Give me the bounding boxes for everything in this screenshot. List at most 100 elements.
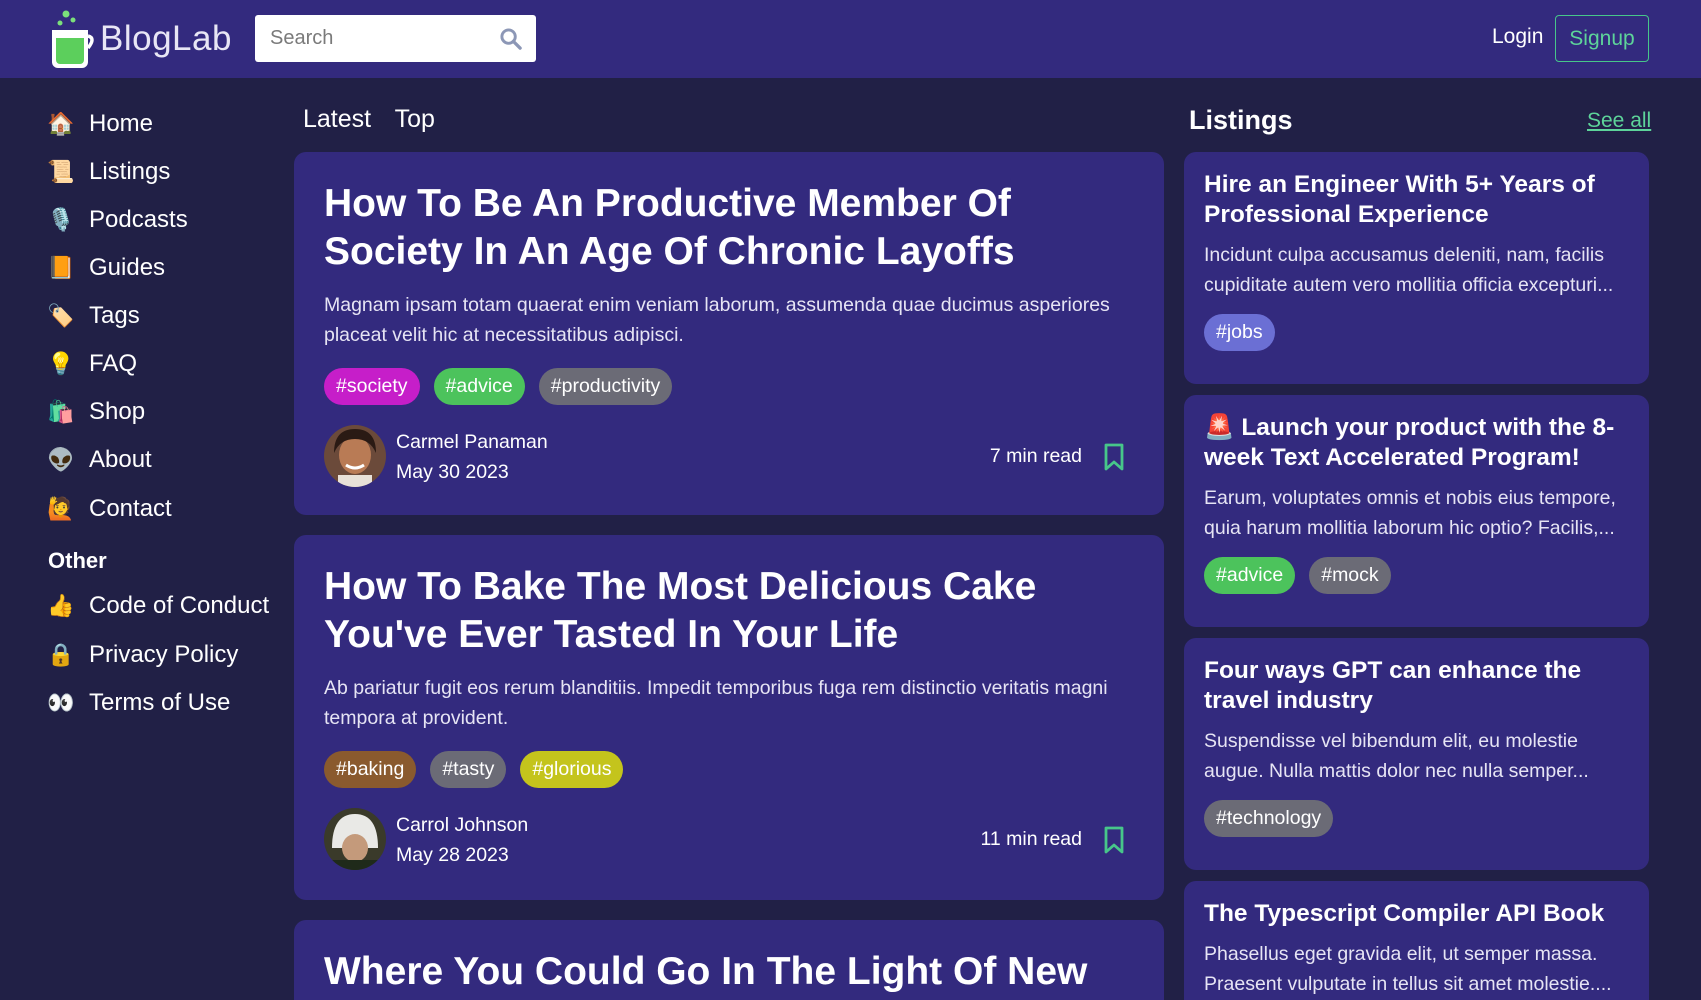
post-title[interactable]: How To Be An Productive Member Of Societ… bbox=[324, 180, 1134, 276]
sidebar-item-label: Terms of Use bbox=[89, 689, 231, 716]
post-tags: #society #advice #productivity bbox=[324, 368, 1134, 405]
book-icon: 📙 bbox=[47, 255, 75, 280]
sidebar-item-label: Code of Conduct bbox=[89, 592, 270, 619]
sidebar-item-label: Contact bbox=[89, 495, 172, 522]
sidebar-item-guides[interactable]: 📙 Guides bbox=[47, 248, 166, 288]
tag-icon: 🏷️ bbox=[47, 303, 75, 328]
search-box bbox=[255, 15, 536, 62]
listing-description: Phasellus eget gravida elit, ut semper m… bbox=[1204, 943, 1612, 995]
post-title[interactable]: How To Bake The Most Delicious Cake You'… bbox=[324, 563, 1134, 659]
tag-pill[interactable]: #jobs bbox=[1204, 314, 1275, 351]
tag-pill[interactable]: #advice bbox=[433, 368, 525, 405]
sidebar-item-label: Home bbox=[89, 110, 154, 137]
post-date: May 28 2023 bbox=[396, 844, 509, 866]
tag-pill[interactable]: #tasty bbox=[430, 751, 507, 788]
post-card[interactable]: Where You Could Go In The Light Of New bbox=[294, 920, 1164, 1000]
tag-pill[interactable]: #technology bbox=[1204, 800, 1334, 837]
post-description: Magnam ipsam totam quaerat enim veniam l… bbox=[324, 294, 1110, 346]
listing-description: Suspendisse vel bibendum elit, eu molest… bbox=[1204, 730, 1589, 782]
sidebar-item-home[interactable]: 🏠 Home bbox=[47, 104, 154, 144]
tab-top[interactable]: Top bbox=[395, 105, 435, 133]
listing-card[interactable]: 🚨 Launch your product with the 8-week Te… bbox=[1184, 395, 1649, 627]
avatar[interactable] bbox=[324, 425, 386, 487]
sidebar-item-podcasts[interactable]: 🎙️ Podcasts bbox=[47, 200, 188, 240]
author-name[interactable]: Carmel Panaman bbox=[396, 431, 548, 454]
lightbulb-icon: 💡 bbox=[47, 351, 75, 376]
tag-pill[interactable]: #advice bbox=[1204, 557, 1296, 594]
listing-title[interactable]: Hire an Engineer With 5+ Years of Profes… bbox=[1204, 170, 1629, 230]
listing-title[interactable]: Four ways GPT can enhance the travel ind… bbox=[1204, 656, 1629, 716]
listing-card[interactable]: Four ways GPT can enhance the travel ind… bbox=[1184, 638, 1649, 870]
tag-pill[interactable]: #glorious bbox=[520, 751, 624, 788]
read-time: 7 min read bbox=[989, 445, 1082, 467]
listing-tags: #technology bbox=[1204, 800, 1629, 837]
sidebar-item-contact[interactable]: 🙋 Contact bbox=[47, 489, 172, 529]
author-name[interactable]: Carrol Johnson bbox=[396, 814, 528, 837]
sidebar-item-code-of-conduct[interactable]: 👍 Code of Conduct bbox=[47, 586, 270, 626]
thumbs-up-icon: 👍 bbox=[47, 593, 75, 618]
eyes-icon: 👀 bbox=[47, 690, 75, 715]
bookmark-icon[interactable] bbox=[1102, 826, 1126, 854]
sidebar-item-label: Privacy Policy bbox=[89, 641, 239, 668]
sidebar-item-listings[interactable]: 📜 Listings bbox=[47, 152, 171, 192]
bookmark-icon[interactable] bbox=[1102, 443, 1126, 471]
scroll-icon: 📜 bbox=[47, 159, 75, 184]
sidebar-item-label: About bbox=[89, 446, 152, 473]
sidebar-item-label: Shop bbox=[89, 398, 146, 425]
listing-title-text: Launch your product with the 8-week Text… bbox=[1204, 414, 1615, 471]
post-tags: #baking #tasty #glorious bbox=[324, 751, 1134, 788]
listings-heading: Listings bbox=[1189, 105, 1293, 135]
search-icon[interactable] bbox=[499, 27, 522, 50]
post-date: May 30 2023 bbox=[396, 461, 509, 483]
other-section-heading: Other bbox=[48, 548, 107, 573]
sidebar-item-faq[interactable]: 💡 FAQ bbox=[47, 344, 138, 384]
login-link[interactable]: Login bbox=[1492, 25, 1543, 49]
tag-pill[interactable]: #baking bbox=[324, 751, 417, 788]
post-card[interactable]: How To Be An Productive Member Of Societ… bbox=[294, 152, 1164, 515]
brand-name: BlogLab bbox=[100, 19, 232, 58]
sidebar-item-tags[interactable]: 🏷️ Tags bbox=[47, 296, 140, 336]
person-raising-hand-icon: 🙋 bbox=[47, 496, 75, 521]
post-meta: Carrol Johnson May 28 2023 11 min read bbox=[324, 808, 1134, 872]
sidebar-item-about[interactable]: 👽 About bbox=[47, 440, 152, 480]
house-icon: 🏠 bbox=[47, 111, 75, 136]
search-input[interactable] bbox=[255, 15, 495, 62]
microphone-icon: 🎙️ bbox=[47, 207, 75, 232]
listing-title[interactable]: 🚨 Launch your product with the 8-week Te… bbox=[1204, 413, 1629, 473]
listing-description: Incidunt culpa accusamus deleniti, nam, … bbox=[1204, 244, 1614, 296]
sidebar-item-label: Tags bbox=[89, 302, 140, 329]
avatar[interactable] bbox=[324, 808, 386, 870]
post-title[interactable]: Where You Could Go In The Light Of New bbox=[324, 948, 1134, 996]
sidebar-item-label: FAQ bbox=[89, 350, 138, 377]
post-description: Ab pariatur fugit eos rerum blanditiis. … bbox=[324, 677, 1108, 729]
feed-tabs: Latest Top bbox=[303, 105, 452, 134]
tag-pill[interactable]: #society bbox=[324, 368, 420, 405]
read-time: 11 min read bbox=[980, 828, 1082, 850]
see-all-link[interactable]: See all bbox=[1587, 109, 1651, 133]
beaker-icon bbox=[52, 10, 94, 68]
sidebar-item-label: Podcasts bbox=[89, 206, 188, 233]
tab-latest[interactable]: Latest bbox=[303, 105, 371, 133]
brand-logo[interactable]: BlogLab bbox=[46, 8, 232, 70]
tag-pill[interactable]: #mock bbox=[1309, 557, 1391, 594]
sidebar-item-privacy-policy[interactable]: 🔒 Privacy Policy bbox=[47, 635, 239, 675]
listing-card[interactable]: Hire an Engineer With 5+ Years of Profes… bbox=[1184, 152, 1649, 384]
listing-tags: #advice #mock bbox=[1204, 557, 1629, 594]
post-meta: Carmel Panaman May 30 2023 7 min read bbox=[324, 425, 1134, 489]
top-header: BlogLab Login Signup bbox=[0, 0, 1701, 78]
shopping-bags-icon: 🛍️ bbox=[47, 399, 75, 424]
listing-tags: #jobs bbox=[1204, 314, 1629, 351]
listing-title[interactable]: The Typescript Compiler API Book bbox=[1204, 899, 1629, 929]
alien-icon: 👽 bbox=[47, 447, 75, 472]
tag-pill[interactable]: #productivity bbox=[538, 368, 673, 405]
sidebar-item-label: Guides bbox=[89, 254, 166, 281]
listing-card[interactable]: The Typescript Compiler API Book Phasell… bbox=[1184, 881, 1649, 1000]
post-card[interactable]: How To Bake The Most Delicious Cake You'… bbox=[294, 535, 1164, 900]
lock-icon: 🔒 bbox=[47, 642, 75, 667]
sidebar-item-shop[interactable]: 🛍️ Shop bbox=[47, 392, 146, 432]
signup-button[interactable]: Signup bbox=[1555, 15, 1649, 62]
listing-description: Earum, voluptates omnis et nobis eius te… bbox=[1204, 487, 1616, 539]
siren-icon: 🚨 bbox=[1204, 414, 1235, 441]
sidebar-item-label: Listings bbox=[89, 158, 171, 185]
sidebar-item-terms-of-use[interactable]: 👀 Terms of Use bbox=[47, 683, 231, 723]
